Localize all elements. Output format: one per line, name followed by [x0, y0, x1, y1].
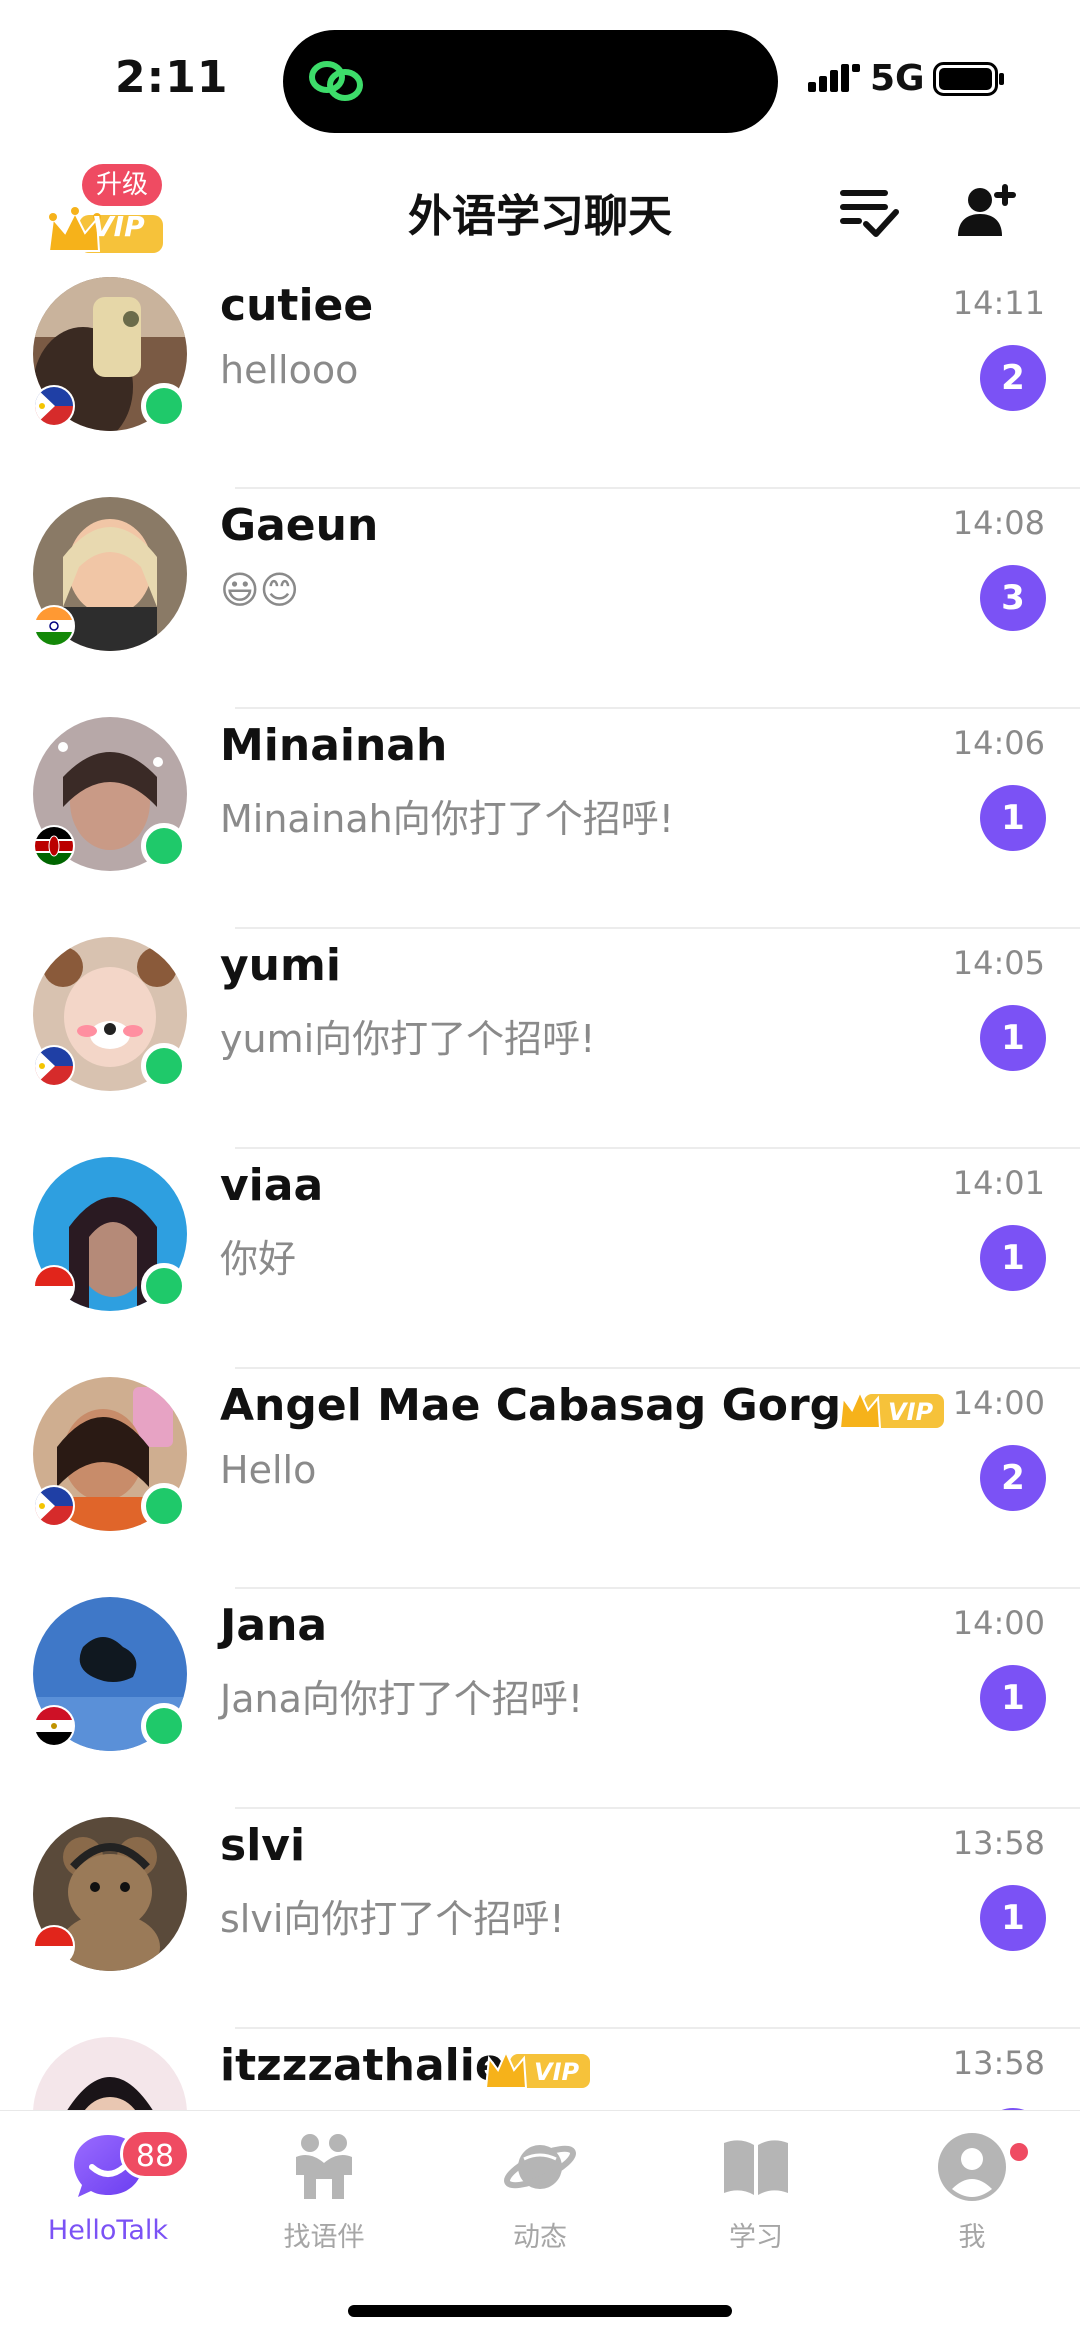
tab-find-partners[interactable]: 找语伴 — [216, 2129, 432, 2269]
flag-icon — [33, 1045, 75, 1087]
unread-count-badge: 2 — [980, 1445, 1046, 1511]
unread-total-badge: 88 — [120, 2129, 190, 2179]
online-status-dot — [141, 1263, 187, 1309]
divider — [235, 487, 1080, 489]
battery-icon — [933, 62, 1004, 96]
online-status-dot — [141, 823, 187, 869]
contact-name: Gaeun — [220, 500, 379, 551]
divider — [235, 707, 1080, 709]
planet-icon — [504, 2145, 576, 2189]
tab-label: 找语伴 — [283, 2222, 365, 2253]
online-status-dot — [141, 1043, 187, 1089]
flag-icon — [33, 1485, 75, 1527]
last-message: Hello — [220, 1448, 317, 1492]
tab-learn[interactable]: 学习 — [648, 2129, 864, 2269]
tab-label: 动态 — [513, 2222, 567, 2253]
last-message: 😃😊 — [220, 568, 300, 612]
message-time: 13:58 — [952, 2044, 1045, 2082]
home-indicator[interactable] — [348, 2305, 732, 2317]
unread-count-badge: 1 — [980, 1225, 1046, 1291]
unread-count-badge: 1 — [980, 785, 1046, 851]
divider — [235, 2027, 1080, 2029]
flag-icon — [33, 605, 75, 647]
message-time: 14:08 — [952, 504, 1045, 542]
flag-icon — [33, 1705, 75, 1747]
chat-row[interactable]: Gaeun 😃😊 14:08 3 — [0, 490, 1080, 710]
divider — [235, 927, 1080, 929]
page-title: 外语学习聊天 — [408, 191, 672, 242]
last-message: 你好 — [220, 1237, 297, 1281]
signal-icon — [808, 64, 860, 92]
profile-icon — [938, 2133, 1006, 2201]
unread-count-badge: 1 — [980, 1885, 1046, 1951]
flag-icon — [33, 1925, 75, 1967]
last-message: Jana向你打了个招呼! — [220, 1677, 584, 1721]
add-friend-icon[interactable] — [956, 178, 1020, 242]
message-time: 14:06 — [952, 724, 1045, 762]
tab-me[interactable]: 我 — [864, 2129, 1080, 2269]
last-message: hellooo — [220, 348, 359, 392]
unread-count-badge: 2 — [980, 345, 1046, 411]
avatar[interactable] — [33, 2037, 187, 2110]
status-bar: 2:11 5G — [0, 0, 1080, 150]
link-logo-icon — [309, 61, 363, 101]
tab-moments[interactable]: 动态 — [432, 2129, 648, 2269]
online-status-dot — [141, 1703, 187, 1749]
divider — [235, 1147, 1080, 1149]
last-message: Minainah向你打了个招呼! — [220, 797, 674, 841]
last-message: yumi向你打了个招呼! — [220, 1017, 596, 1061]
chat-row[interactable]: Jana Jana向你打了个招呼! 14:00 1 — [0, 1590, 1080, 1810]
contact-name: cutiee — [220, 280, 374, 331]
notification-dot — [1010, 2143, 1028, 2161]
online-status-dot — [141, 383, 187, 429]
contact-name: viaa — [220, 1160, 324, 1211]
chat-list[interactable]: cutiee hellooo 14:11 2 Gaeun 😃😊 14:08 3 … — [0, 270, 1080, 2110]
manage-list-icon[interactable] — [836, 178, 900, 242]
chat-row[interactable]: viaa 你好 14:01 1 — [0, 1150, 1080, 1370]
contact-name: slvi — [220, 1820, 306, 1871]
message-time: 14:01 — [952, 1164, 1045, 1202]
message-time: 14:00 — [952, 1384, 1045, 1422]
divider — [235, 1587, 1080, 1589]
chat-row[interactable]: Minainah Minainah向你打了个招呼! 14:06 1 — [0, 710, 1080, 930]
status-time: 2:11 — [115, 52, 229, 103]
flag-icon — [33, 825, 75, 867]
unread-count-badge: 1 — [980, 1005, 1046, 1071]
book-icon — [724, 2140, 788, 2195]
tab-hellotalk[interactable]: HelloTalk 88 — [0, 2129, 216, 2269]
message-time: 13:58 — [952, 1824, 1045, 1862]
last-message: slvi向你打了个招呼! — [220, 1897, 565, 1941]
tab-label: 我 — [958, 2222, 986, 2253]
partners-icon — [296, 2134, 352, 2199]
chat-row[interactable]: itzzzathalie VIP 13:58 — [0, 2030, 1080, 2110]
contact-name: Jana — [220, 1600, 328, 1651]
divider — [235, 1807, 1080, 1809]
tab-label: 学习 — [729, 2222, 783, 2253]
chat-row[interactable]: slvi slvi向你打了个招呼! 13:58 1 — [0, 1810, 1080, 2030]
chat-row[interactable]: cutiee hellooo 14:11 2 — [0, 270, 1080, 490]
message-time: 14:05 — [952, 944, 1045, 982]
contact-name: yumi — [220, 940, 341, 991]
network-type: 5G — [870, 58, 925, 99]
contact-name: Minainah — [220, 720, 448, 771]
chat-row[interactable]: Angel Mae Cabasag Gorg... VIP Hello 14:0… — [0, 1370, 1080, 1590]
tab-label: HelloTalk — [47, 2215, 169, 2246]
chat-row[interactable]: yumi yumi向你打了个招呼! 14:05 1 — [0, 930, 1080, 1150]
message-time: 14:11 — [952, 284, 1045, 322]
flag-icon — [33, 1265, 75, 1307]
contact-name: itzzzathalie — [220, 2040, 505, 2091]
vip-badge-icon: VIP — [484, 2049, 590, 2089]
divider — [235, 1367, 1080, 1369]
header: VIP 升级 外语学习聊天 — [0, 150, 1080, 270]
online-status-dot — [141, 1483, 187, 1529]
unread-count-badge: 1 — [980, 1665, 1046, 1731]
unread-count-badge: 3 — [980, 565, 1046, 631]
vip-badge-label: VIP — [534, 2058, 580, 2086]
message-time: 14:00 — [952, 1604, 1045, 1642]
flag-icon — [33, 385, 75, 427]
vip-badge-icon: VIP — [838, 1389, 944, 1429]
contact-name: Angel Mae Cabasag Gorg... — [220, 1380, 892, 1431]
vip-badge-label: VIP — [888, 1398, 934, 1426]
